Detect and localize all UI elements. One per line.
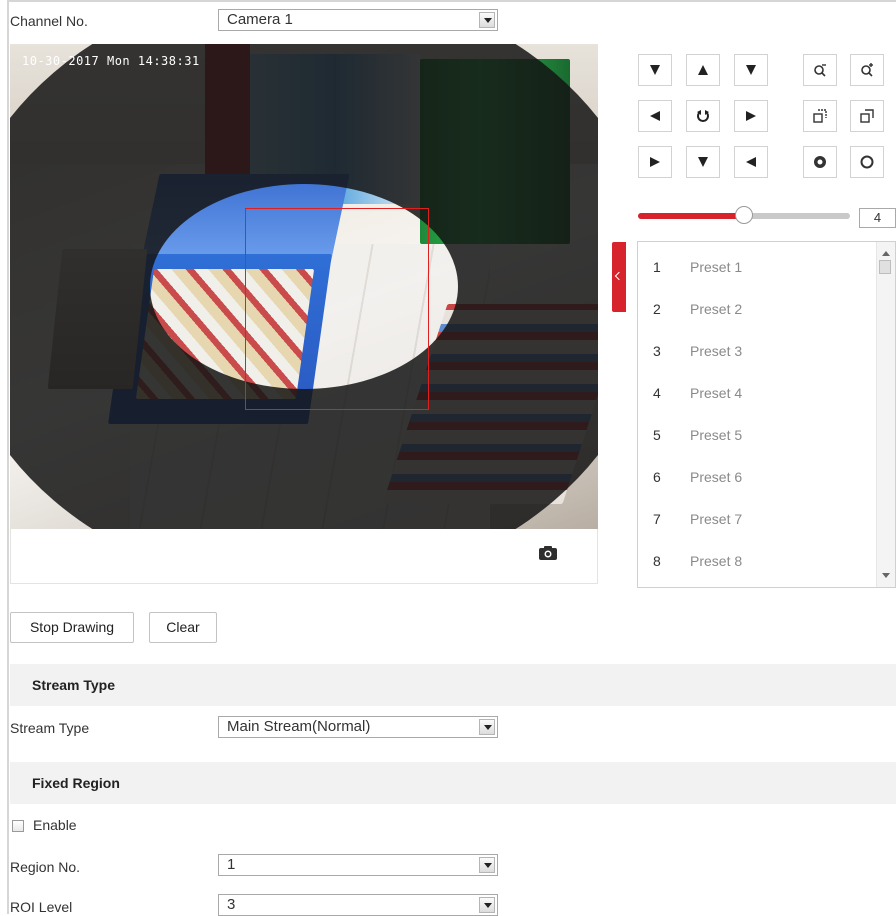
ptz-down-right-icon [744, 155, 758, 169]
preset-item[interactable]: 6 Preset 6 [638, 456, 878, 498]
roi-level-select[interactable]: 3 [218, 894, 498, 916]
iris-open-icon [813, 155, 827, 169]
preset-number: 7 [653, 511, 661, 527]
preset-name: Preset 4 [690, 385, 743, 401]
live-video[interactable]: 10-30-2017 Mon 14:38:31 [10, 44, 598, 529]
preset-item[interactable]: 3 Preset 3 [638, 330, 878, 372]
stream-type-select[interactable]: Main Stream(Normal) [218, 716, 498, 738]
ptz-right-button[interactable] [734, 100, 768, 132]
video-osd-time: 10-30-2017 Mon 14:38:31 [22, 54, 200, 68]
auto-pan-button[interactable] [686, 100, 720, 132]
auto-pan-icon [696, 109, 710, 123]
preset-number: 1 [653, 259, 661, 275]
focus-near-icon [813, 109, 827, 123]
region-no-select[interactable]: 1 [218, 854, 498, 876]
roi-level-label: ROI Level [10, 899, 73, 915]
ptz-up-icon [696, 63, 710, 77]
ptz-up-right-icon [744, 63, 758, 77]
ptz-down-left-icon [648, 155, 662, 169]
preset-number: 8 [653, 553, 661, 569]
channel-select[interactable]: Camera 1 [218, 9, 498, 31]
chevron-down-icon [479, 857, 495, 873]
video-scene-left-freezer [47, 249, 148, 389]
focus-far-button[interactable] [850, 100, 884, 132]
channel-select-value: Camera 1 [227, 11, 293, 28]
preset-item[interactable]: 7 Preset 7 [638, 498, 878, 540]
fixed-region-section-header: Fixed Region [10, 762, 896, 804]
page-frame-left [7, 0, 9, 914]
video-scene-fridges [420, 59, 570, 244]
preset-number: 5 [653, 427, 661, 443]
ptz-down-icon [696, 155, 710, 169]
ptz-up-button[interactable] [686, 54, 720, 86]
stream-type-select-value: Main Stream(Normal) [227, 718, 371, 735]
stream-type-section-header: Stream Type [10, 664, 896, 706]
channel-label: Channel No. [10, 13, 88, 29]
ptz-up-left-button[interactable] [638, 54, 672, 86]
iris-close-icon [860, 155, 874, 169]
preset-number: 2 [653, 301, 661, 317]
chevron-down-icon [479, 719, 495, 735]
enable-label: Enable [33, 817, 77, 833]
region-no-label: Region No. [10, 859, 81, 875]
preset-name: Preset 5 [690, 427, 743, 443]
preset-item[interactable]: 5 Preset 5 [638, 414, 878, 456]
chevron-down-icon [479, 12, 495, 28]
preset-name: Preset 3 [690, 343, 743, 359]
stop-drawing-button[interactable]: Stop Drawing [10, 612, 134, 643]
preset-collapse-button[interactable] [612, 242, 626, 312]
clear-button[interactable]: Clear [149, 612, 217, 643]
fixed-region-section-title: Fixed Region [32, 775, 120, 791]
preset-name: Preset 6 [690, 469, 743, 485]
stream-type-label: Stream Type [10, 720, 90, 736]
preset-name: Preset 2 [690, 301, 743, 317]
preset-item[interactable]: 2 Preset 2 [638, 288, 878, 330]
zoom-in-button[interactable] [803, 54, 837, 86]
ptz-down-right-button[interactable] [734, 146, 768, 178]
focus-near-button[interactable] [803, 100, 837, 132]
region-no-select-value: 1 [227, 856, 236, 873]
ptz-speed-slider[interactable] [638, 206, 850, 224]
iris-open-button[interactable] [803, 146, 837, 178]
zoom-out-button[interactable] [850, 54, 884, 86]
preset-number: 3 [653, 343, 661, 359]
video-toolbar [10, 529, 598, 584]
preset-item[interactable]: 4 Preset 4 [638, 372, 878, 414]
preset-scrollbar[interactable] [876, 242, 895, 587]
iris-close-button[interactable] [850, 146, 884, 178]
stream-type-section-title: Stream Type [32, 677, 115, 693]
scroll-thumb[interactable] [879, 260, 891, 274]
enable-checkbox[interactable] [12, 820, 24, 832]
preset-name: Preset 7 [690, 511, 743, 527]
ptz-up-right-button[interactable] [734, 54, 768, 86]
zoom-in-icon [813, 63, 827, 77]
preset-name: Preset 1 [690, 259, 743, 275]
camera-icon[interactable] [539, 546, 557, 560]
ptz-down-button[interactable] [686, 146, 720, 178]
ptz-speed-value: 4 [859, 208, 896, 228]
ptz-right-icon [744, 109, 758, 123]
zoom-out-icon [860, 63, 874, 77]
chevron-down-icon [479, 897, 495, 913]
preset-number: 6 [653, 469, 661, 485]
scroll-down-icon[interactable] [882, 573, 890, 578]
preset-list: 1 Preset 1 2 Preset 2 3 Preset 3 4 Preset 4 5 Pre… [637, 241, 896, 588]
preset-number: 4 [653, 385, 661, 401]
scroll-up-icon[interactable] [882, 251, 890, 256]
page-frame-top [7, 0, 896, 2]
ptz-left-button[interactable] [638, 100, 672, 132]
roi-region-box[interactable] [245, 208, 429, 410]
ptz-speed-handle[interactable] [735, 206, 753, 224]
roi-level-select-value: 3 [227, 896, 236, 913]
preset-item[interactable]: 8 Preset 8 [638, 540, 878, 582]
ptz-up-left-icon [648, 63, 662, 77]
ptz-down-left-button[interactable] [638, 146, 672, 178]
ptz-left-icon [648, 109, 662, 123]
focus-far-icon [860, 109, 874, 123]
preset-name: Preset 8 [690, 553, 743, 569]
ptz-speed-fill [638, 213, 744, 219]
preset-item[interactable]: 1 Preset 1 [638, 246, 878, 288]
